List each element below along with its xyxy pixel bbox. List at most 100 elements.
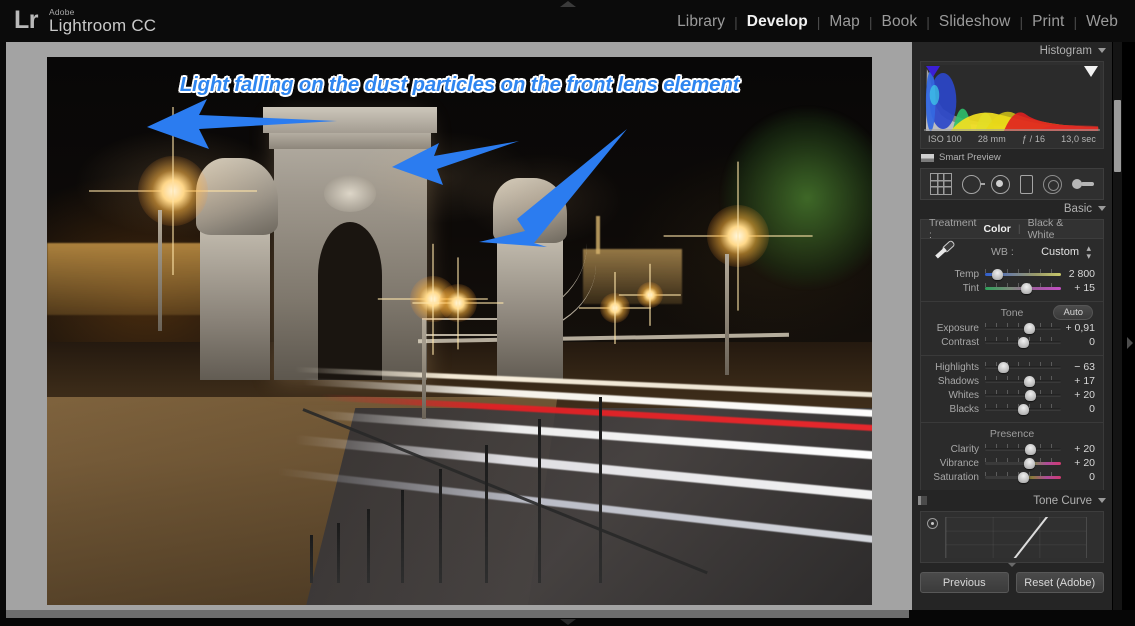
smart-preview-status[interactable]: Smart Preview [912, 149, 1112, 163]
module-map[interactable]: Map [820, 13, 868, 31]
module-web[interactable]: Web [1077, 13, 1127, 31]
slider-tint-label: Tint [962, 282, 979, 294]
slider-highlights-track[interactable] [985, 361, 1061, 373]
slider-vibrance[interactable]: Vibrance + 20 [929, 456, 1095, 470]
tone-curve-plot[interactable] [945, 517, 1087, 558]
slider-vibrance-knob[interactable] [1024, 458, 1036, 469]
slider-whites-track[interactable] [985, 389, 1061, 401]
bottom-panel-toggle-icon[interactable] [559, 619, 576, 625]
chevron-down-icon[interactable] [1098, 206, 1106, 211]
slider-shadows[interactable]: Shadows + 17 [929, 374, 1095, 388]
slider-temp-knob[interactable] [991, 269, 1003, 280]
radial-filter-icon[interactable] [1043, 174, 1062, 194]
tone-curve-title: Tone Curve [1033, 494, 1092, 507]
slider-temp[interactable]: Temp 2 800 [929, 267, 1095, 281]
slider-contrast-track[interactable] [985, 336, 1061, 348]
eyedropper-icon[interactable] [935, 243, 955, 261]
spot-removal-icon[interactable] [962, 174, 985, 194]
photo-tower-cornice [269, 133, 432, 149]
tone-curve-line [1011, 517, 1058, 558]
slider-tint-track[interactable] [985, 282, 1061, 294]
photo-lion-plinth-left [199, 226, 270, 381]
slider-saturation-label: Saturation [933, 471, 979, 483]
slider-whites-knob[interactable] [1025, 390, 1037, 401]
right-panel-scrollbar[interactable] [1113, 42, 1122, 626]
tone-curve-widget[interactable] [920, 511, 1104, 567]
treatment-bw-option[interactable]: Black & White [1021, 217, 1095, 241]
basic-panel-header[interactable]: Basic [912, 200, 1112, 217]
right-panel-collapse-icon[interactable] [1127, 337, 1133, 349]
tool-strip [920, 168, 1104, 200]
slider-exposure-label: Exposure [936, 322, 979, 334]
slider-temp-track[interactable] [985, 268, 1061, 280]
slider-saturation-track[interactable] [985, 471, 1061, 483]
photo-rail-post [598, 396, 602, 584]
histogram-widget[interactable]: ISO 100 28 mm ƒ / 16 13,0 sec [920, 61, 1104, 149]
wb-preset-value[interactable]: Custom [1041, 246, 1079, 258]
slider-saturation-knob[interactable] [1017, 472, 1029, 483]
shadow-clipping-indicator-icon[interactable] [926, 66, 940, 77]
highlight-clipping-indicator-icon[interactable] [1084, 66, 1098, 77]
treatment-color-option[interactable]: Color [976, 223, 1017, 235]
slider-clarity-track[interactable] [985, 443, 1061, 455]
histogram-plot [924, 65, 1100, 131]
module-book[interactable]: Book [873, 13, 927, 31]
slider-exposure[interactable]: Exposure + 0,91 [929, 321, 1095, 335]
slider-blacks-knob[interactable] [1017, 404, 1029, 415]
photo-lion-statue-left [195, 158, 278, 236]
slider-clarity-knob[interactable] [1025, 444, 1037, 455]
panel-switch-icon[interactable] [918, 496, 927, 505]
slider-whites[interactable]: Whites + 20 [929, 388, 1095, 402]
slider-temp-label: Temp [954, 268, 979, 280]
photo-rail-bar [302, 408, 708, 575]
slider-blacks-track[interactable] [985, 403, 1061, 415]
slider-saturation[interactable]: Saturation 0 [929, 470, 1095, 484]
photo-lion-statue-right [492, 177, 567, 244]
photo-rail-post [484, 445, 488, 584]
slider-shadows-knob[interactable] [1024, 376, 1036, 387]
reset-button[interactable]: Reset (Adobe) [1015, 572, 1104, 593]
slider-exposure-knob[interactable] [1023, 323, 1035, 334]
slider-clarity[interactable]: Clarity + 20 [929, 442, 1095, 456]
chevron-down-icon[interactable] [1098, 48, 1106, 53]
previous-button[interactable]: Previous [920, 572, 1009, 593]
slider-tint-knob[interactable] [1021, 283, 1033, 294]
histogram-panel-header[interactable]: Histogram [912, 42, 1112, 59]
adjustment-brush-icon[interactable] [1072, 178, 1094, 190]
slider-vibrance-value: + 20 [1074, 457, 1095, 469]
auto-tone-button[interactable]: Auto [1053, 305, 1093, 320]
tone-curve-panel-header[interactable]: Tone Curve [912, 492, 1112, 509]
presence-section: Presence Clarity + 20 Vibrance + 20 Satu… [920, 422, 1104, 490]
module-library[interactable]: Library [668, 13, 734, 31]
slider-highlights-knob[interactable] [997, 362, 1009, 373]
graduated-filter-icon[interactable] [1020, 174, 1033, 194]
red-eye-correction-icon[interactable] [991, 174, 1010, 194]
slider-highlights[interactable]: Highlights − 63 [929, 360, 1095, 374]
right-panel-scrollbar-thumb[interactable] [1114, 100, 1121, 172]
photo-rail-post [367, 508, 371, 584]
module-develop[interactable]: Develop [738, 13, 817, 31]
crop-overlay-icon[interactable] [930, 173, 952, 195]
photo-rail-post [401, 489, 405, 584]
slider-vibrance-label: Vibrance [939, 457, 979, 469]
brand-product-label: Lightroom CC [49, 16, 157, 36]
slider-contrast-knob[interactable] [1017, 337, 1029, 348]
photo-rail-post [336, 523, 340, 584]
photo-tower-arch [318, 222, 383, 381]
slider-vibrance-track[interactable] [985, 457, 1061, 469]
slider-contrast-value: 0 [1089, 336, 1095, 348]
slider-tint[interactable]: Tint + 15 [929, 281, 1095, 295]
exif-iso: ISO 100 [928, 134, 962, 144]
slider-blacks[interactable]: Blacks 0 [929, 402, 1095, 416]
photo-frame[interactable]: Light falling on the dust particles on t… [47, 57, 872, 605]
slider-contrast[interactable]: Contrast 0 [929, 335, 1095, 349]
top-panel-toggle-icon[interactable] [559, 1, 576, 7]
module-print[interactable]: Print [1023, 13, 1073, 31]
targeted-adjustment-icon[interactable] [927, 518, 938, 529]
slider-shadows-track[interactable] [985, 375, 1061, 387]
wb-stepper-icon[interactable]: ▴ ▾ [1086, 243, 1091, 260]
slider-highlights-value: − 63 [1074, 361, 1095, 373]
module-slideshow[interactable]: Slideshow [930, 13, 1020, 31]
slider-exposure-track[interactable] [985, 322, 1061, 334]
chevron-down-icon[interactable] [1098, 498, 1106, 503]
